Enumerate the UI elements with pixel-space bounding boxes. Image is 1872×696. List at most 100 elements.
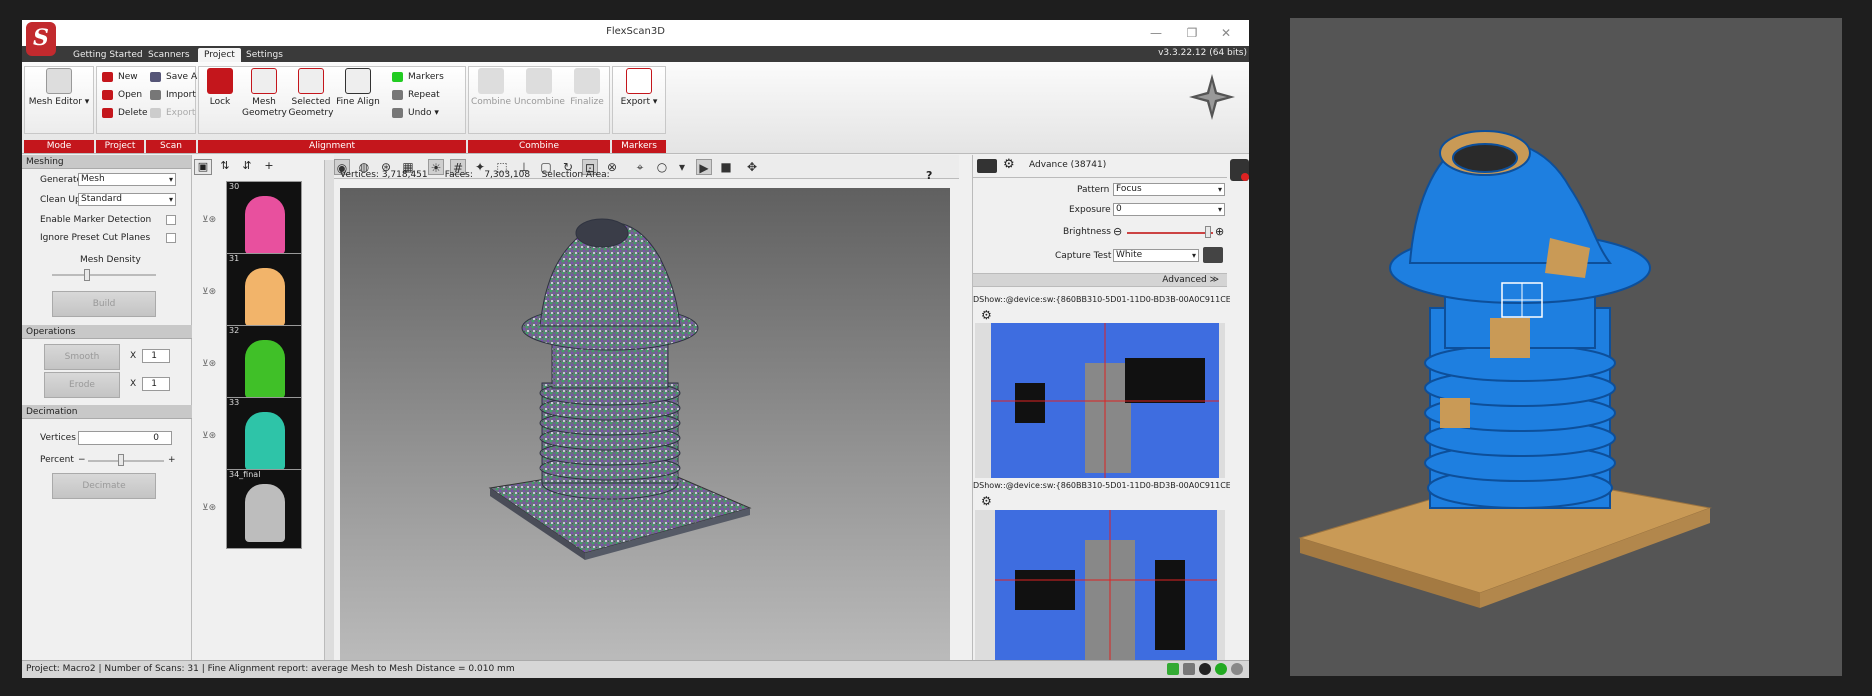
- status-check-icon[interactable]: [1215, 663, 1227, 675]
- brightness-minus-icon[interactable]: ⊖: [1113, 225, 1122, 238]
- export-small-button[interactable]: Export ▾: [150, 106, 203, 120]
- brightness-slider[interactable]: [1127, 232, 1213, 234]
- scan-list-scrollbar[interactable]: [324, 160, 334, 670]
- lock-icon: [207, 68, 233, 94]
- ignore-cut-checkbox[interactable]: [166, 233, 176, 243]
- 3d-viewport[interactable]: [340, 188, 950, 673]
- vertices-spinner[interactable]: 0: [78, 431, 172, 445]
- play-icon[interactable]: ▶: [696, 159, 712, 175]
- pan-icon[interactable]: ✥: [744, 159, 760, 175]
- scan-visibility-toggle[interactable]: ⊻⊛: [202, 431, 226, 443]
- repeat-button[interactable]: Repeat: [392, 88, 440, 102]
- scan-thumbnail[interactable]: 30: [226, 181, 302, 261]
- camera-icon[interactable]: [977, 159, 997, 173]
- cleanup-select[interactable]: Standard: [78, 193, 176, 206]
- close-icon[interactable]: ✕: [1211, 23, 1241, 43]
- smooth-button[interactable]: Smooth: [44, 344, 120, 370]
- mesh-geometry-button[interactable]: Mesh Geometry: [242, 68, 287, 119]
- scan-label: 30: [229, 182, 240, 191]
- maximize-icon[interactable]: ❐: [1177, 23, 1207, 43]
- delete-button[interactable]: Delete: [102, 106, 148, 120]
- help-icon[interactable]: ?: [926, 169, 932, 182]
- selected-geometry-button[interactable]: Selected Geometry: [288, 68, 334, 119]
- erode-spinner[interactable]: 1: [142, 377, 170, 391]
- cleanup-label: Clean Up: [40, 195, 81, 205]
- tab-scanners[interactable]: Scanners: [142, 48, 196, 62]
- scan-visibility-toggle[interactable]: ⊻⊛: [202, 359, 226, 371]
- status-mail-icon[interactable]: [1183, 663, 1195, 675]
- percent-thumb[interactable]: [118, 454, 124, 466]
- lasso-icon[interactable]: ⌖: [632, 159, 648, 175]
- selected-geometry-icon: [298, 68, 324, 94]
- selection-area-label: Selection Area:: [541, 170, 610, 180]
- circle-select-icon[interactable]: ○: [654, 159, 670, 175]
- app-logo[interactable]: S: [26, 22, 56, 56]
- percent-plus[interactable]: +: [168, 455, 176, 465]
- mesh-density-thumb[interactable]: [84, 269, 90, 281]
- smooth-spinner[interactable]: 1: [142, 349, 170, 363]
- pattern-select[interactable]: Focus: [1113, 183, 1225, 196]
- new-button[interactable]: New: [102, 70, 138, 84]
- status-gear-icon[interactable]: [1199, 663, 1211, 675]
- brightness-thumb[interactable]: [1205, 226, 1211, 238]
- advanced-toggle[interactable]: Advanced ≫: [973, 273, 1227, 287]
- select-dropdown-icon[interactable]: ▾: [674, 159, 690, 175]
- mesh-model: [488, 218, 752, 560]
- camera-2-gear-icon[interactable]: ⚙: [981, 494, 992, 508]
- capture-camera-icon[interactable]: [1203, 247, 1223, 263]
- scan-visibility-toggle[interactable]: ⊻⊛: [202, 503, 226, 515]
- status-refresh-icon[interactable]: [1231, 663, 1243, 675]
- stop-icon[interactable]: ■: [718, 159, 734, 175]
- tab-getting-started[interactable]: Getting Started: [67, 48, 149, 62]
- thumbnail-view-icon[interactable]: ▣: [194, 159, 212, 175]
- repeat-label: Repeat: [408, 90, 440, 100]
- export-button[interactable]: Export ▾: [614, 68, 664, 108]
- new-label: New: [118, 72, 138, 82]
- combine-button[interactable]: Combine: [470, 68, 512, 108]
- import-button[interactable]: Import: [150, 88, 196, 102]
- uncombine-icon: [526, 68, 552, 94]
- open-button[interactable]: Open: [102, 88, 142, 102]
- fine-align-button[interactable]: Fine Align: [336, 68, 380, 108]
- minimize-icon[interactable]: —: [1141, 23, 1171, 43]
- lock-button[interactable]: Lock: [202, 68, 238, 108]
- scan-thumbnail[interactable]: 31: [226, 253, 302, 333]
- camera-1-gear-icon[interactable]: ⚙: [981, 308, 992, 322]
- capture-test-select[interactable]: White: [1113, 249, 1199, 262]
- build-button[interactable]: Build: [52, 291, 156, 317]
- mesh-density-slider[interactable]: [52, 274, 156, 276]
- tab-project[interactable]: Project: [198, 48, 241, 62]
- save-all-button[interactable]: Save All: [150, 70, 202, 84]
- percent-slider[interactable]: [88, 460, 164, 462]
- section-meshing: Meshing: [22, 155, 191, 169]
- sort-asc-icon[interactable]: ⇅: [216, 159, 234, 175]
- brightness-plus-icon[interactable]: ⊕: [1215, 225, 1224, 238]
- scan-thumbnail[interactable]: 32: [226, 325, 302, 405]
- add-scan-icon[interactable]: +: [260, 159, 278, 175]
- delete-icon: [102, 108, 113, 118]
- mesh-editor-button[interactable]: Mesh Editor ▾: [26, 68, 92, 108]
- sort-desc-icon[interactable]: ⇵: [238, 159, 256, 175]
- camera-2-title: DShow::@device:sw:{860BB310-5D01-11D0-BD…: [973, 481, 1249, 490]
- scan-visibility-toggle[interactable]: ⊻⊛: [202, 215, 226, 227]
- generate-select[interactable]: Mesh: [78, 173, 176, 186]
- finalize-button[interactable]: Finalize: [566, 68, 608, 108]
- export-small-label: Export: [166, 108, 196, 118]
- tab-settings[interactable]: Settings: [240, 48, 289, 62]
- marker-detection-checkbox[interactable]: [166, 215, 176, 225]
- decimate-button[interactable]: Decimate: [52, 473, 156, 499]
- scan-thumbnail[interactable]: 33: [226, 397, 302, 477]
- export-icon-large: [626, 68, 652, 94]
- camera-settings-gear-icon[interactable]: ⚙: [1003, 157, 1015, 172]
- status-monitor-icon[interactable]: [1167, 663, 1179, 675]
- scan-visibility-toggle[interactable]: ⊻⊛: [202, 287, 226, 299]
- rendered-part-image: [1298, 130, 1712, 608]
- group-label-markers: Markers: [612, 140, 666, 153]
- erode-button[interactable]: Erode: [44, 372, 120, 398]
- exposure-select[interactable]: 0: [1113, 203, 1225, 216]
- scan-thumbnail[interactable]: 34_final: [226, 469, 302, 549]
- undo-button[interactable]: Undo ▾: [392, 106, 439, 120]
- markers-button[interactable]: Markers: [392, 70, 444, 84]
- uncombine-button[interactable]: Uncombine: [514, 68, 565, 108]
- percent-minus[interactable]: −: [78, 455, 86, 465]
